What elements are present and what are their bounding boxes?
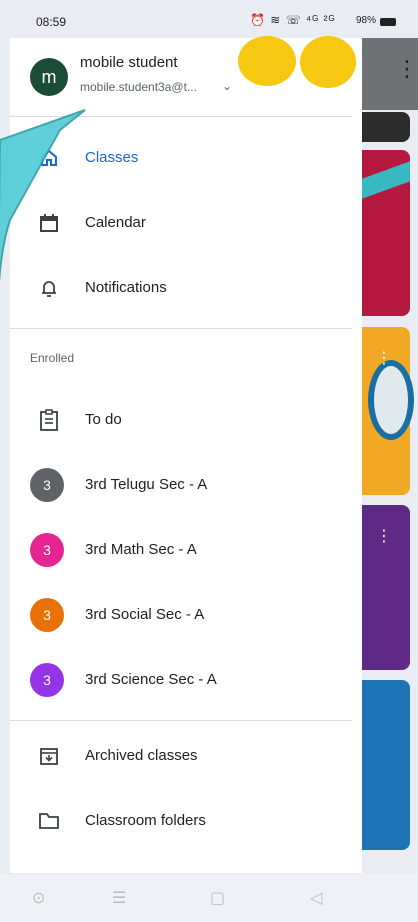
home-nav-icon[interactable]: ▢ bbox=[210, 888, 225, 908]
class-card[interactable] bbox=[362, 680, 410, 850]
folder-icon bbox=[38, 810, 60, 832]
enrolled-heading: Enrolled bbox=[30, 351, 75, 365]
nav-item-partial[interactable] bbox=[10, 853, 362, 873]
class-name: 3rd Telugu Sec - A bbox=[85, 476, 208, 493]
redaction-scribble bbox=[300, 36, 356, 88]
menu-nav-icon[interactable]: ☰ bbox=[112, 888, 126, 908]
nav-label-archived: Archived classes bbox=[85, 747, 198, 764]
class-avatar: 3 bbox=[30, 597, 64, 632]
circle-nav-icon[interactable]: ⊙ bbox=[32, 888, 45, 908]
class-name: 3rd Science Sec - A bbox=[85, 671, 217, 688]
nav-label-calendar: Calendar bbox=[85, 214, 146, 231]
back-nav-icon[interactable]: ◁ bbox=[310, 888, 322, 908]
nav-label-folders: Classroom folders bbox=[85, 812, 206, 829]
system-nav-bar: ⊙ ☰ ▢ ◁ bbox=[0, 874, 418, 922]
nav-item-folders[interactable]: Classroom folders bbox=[10, 788, 362, 853]
class-item-science[interactable]: 3 3rd Science Sec - A bbox=[10, 647, 362, 712]
status-bar: 08:59 ⏰ ≋ ☏ ⁴ᴳ ²ᴳ 98% bbox=[0, 0, 418, 38]
annotation-arrow bbox=[0, 109, 86, 283]
card-more-icon[interactable]: ⋮ bbox=[376, 529, 392, 545]
compass-illustration bbox=[368, 360, 414, 440]
archive-icon bbox=[38, 745, 60, 767]
clipboard-icon bbox=[38, 408, 60, 431]
divider bbox=[10, 720, 352, 721]
card-more-icon[interactable]: ⋮ bbox=[376, 351, 392, 367]
chevron-down-icon[interactable]: ⌄ bbox=[222, 79, 232, 93]
nav-label-todo: To do bbox=[85, 411, 122, 428]
nav-item-todo[interactable]: To do bbox=[10, 387, 362, 452]
status-time: 08:59 bbox=[36, 15, 67, 29]
class-name: 3rd Math Sec - A bbox=[85, 541, 197, 558]
class-item-social[interactable]: 3 3rd Social Sec - A bbox=[10, 582, 362, 647]
more-vert-icon[interactable]: ⋮ bbox=[396, 58, 418, 80]
nav-item-archived[interactable]: Archived classes bbox=[10, 723, 362, 788]
account-name: mobile student bbox=[80, 54, 178, 71]
nav-label-notifications: Notifications bbox=[85, 279, 167, 296]
battery-icon bbox=[380, 18, 396, 26]
class-item-telugu[interactable]: 3 3rd Telugu Sec - A bbox=[10, 452, 362, 517]
class-avatar: 3 bbox=[30, 532, 64, 567]
account-email: mobile.student3a@t... bbox=[80, 80, 197, 94]
class-name: 3rd Social Sec - A bbox=[85, 606, 205, 623]
class-avatar: 3 bbox=[30, 467, 64, 502]
redaction-scribble bbox=[238, 36, 296, 86]
class-item-math[interactable]: 3 3rd Math Sec - A bbox=[10, 517, 362, 582]
class-avatar: 3 bbox=[30, 662, 64, 697]
status-icons: ⏰ ≋ ☏ ⁴ᴳ ²ᴳ bbox=[250, 13, 336, 27]
class-card[interactable] bbox=[362, 112, 410, 142]
nav-label-classes: Classes bbox=[85, 149, 139, 166]
avatar[interactable]: m bbox=[30, 58, 68, 96]
battery-percent: 98% bbox=[356, 15, 377, 26]
